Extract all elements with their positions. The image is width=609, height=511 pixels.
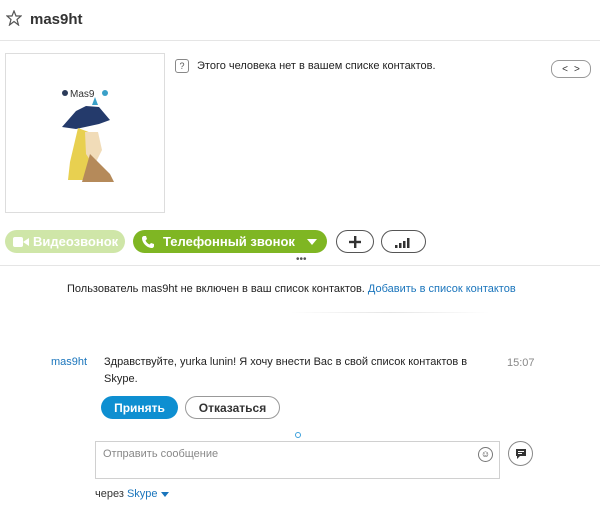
profile-pager[interactable]: < > [551,60,591,78]
system-message: Пользователь mas9ht не включен в ваш спи… [67,283,516,295]
question-icon: ? [175,59,189,73]
send-message-button[interactable] [508,441,533,466]
via-service[interactable]: Skype [127,488,158,500]
avatar: Mas9 [5,53,165,213]
typing-indicator-dot [295,432,301,438]
add-to-contacts-link[interactable]: Добавить в список контактов [368,283,516,295]
message-input[interactable] [95,441,500,479]
add-people-button[interactable] [336,230,374,253]
notice-text: Этого человека нет в вашем списке контак… [197,60,436,72]
avatar-text: Mas9 [70,89,95,100]
message-text: Здравствуйте, yurka lunin! Я хочу внести… [104,356,468,385]
video-camera-icon [13,236,29,247]
plus-icon [349,235,361,248]
message-sender[interactable]: mas9ht [51,356,87,368]
message-separator [290,312,490,313]
video-call-label: Видеозвонок [33,234,119,249]
chevron-right-icon[interactable]: > [574,64,580,75]
phone-call-button[interactable]: Телефонный звонок [133,230,327,253]
call-quality-button[interactable] [381,230,426,253]
chevron-down-icon[interactable] [160,492,169,497]
conversation-header [0,0,600,41]
emoticon-icon[interactable]: ☺ [478,447,493,462]
section-divider [0,265,600,266]
chevron-left-icon[interactable]: < [562,64,568,75]
video-call-button[interactable]: Видеозвонок [5,230,125,253]
accept-button[interactable]: Принять [101,396,178,419]
avatar-picture: Mas9 [55,84,117,182]
decline-button[interactable]: Отказаться [185,396,280,419]
favorite-star-icon[interactable] [6,10,22,26]
message-time: 15:07 [507,357,535,369]
system-message-text: Пользователь mas9ht не включен в ваш спи… [67,283,365,295]
phone-call-label: Телефонный звонок [163,234,295,249]
contact-name-title: mas9ht [30,11,83,28]
not-in-contacts-notice: ? Этого человека нет в вашем списке конт… [175,59,436,73]
chevron-down-icon[interactable] [306,238,317,245]
via-prefix: через [95,488,124,500]
message-input-placeholder: Отправить сообщение [103,448,219,460]
signal-bars-icon [394,237,409,248]
send-via-selector[interactable]: через Skype [95,488,169,500]
phone-icon [142,235,154,248]
expand-handle[interactable]: ••• [296,254,307,265]
chat-bubble-icon [515,448,526,459]
